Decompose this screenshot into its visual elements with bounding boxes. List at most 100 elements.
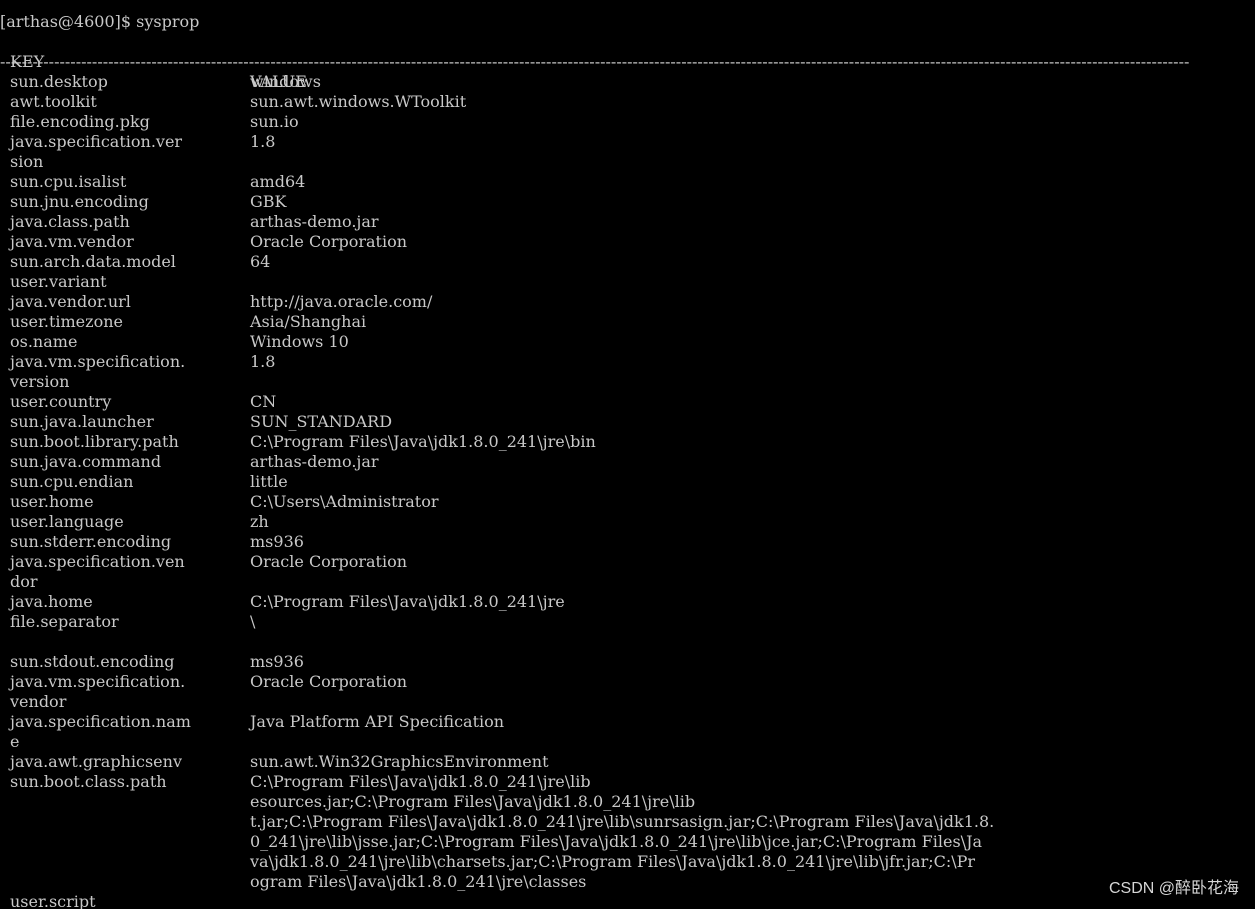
table-row: sun.stdout.encoding ms936 xyxy=(0,652,1255,672)
property-key: sun.boot.library.path xyxy=(10,432,179,451)
table-row: java.vm.vendor Oracle Corporation xyxy=(0,232,1255,252)
property-value: ms936 xyxy=(250,532,304,551)
property-key: sun.stderr.encoding xyxy=(10,532,172,551)
table-row: user.home C:\Users\Administrator xyxy=(0,492,1255,512)
property-value: arthas-demo.jar xyxy=(250,452,379,471)
property-key: os.name xyxy=(10,332,78,351)
table-row: sun.desktop windows xyxy=(0,72,1255,92)
property-key: sun.cpu.isalist xyxy=(10,172,127,191)
table-row: java.vm.specification. Oracle Corporation xyxy=(0,672,1255,692)
property-key: sun.arch.data.model xyxy=(10,252,176,271)
property-value: 64 xyxy=(250,252,271,271)
property-key: java.vm.vendor xyxy=(10,232,134,251)
property-key: sun.stdout.encoding xyxy=(10,652,175,671)
table-header: KEY VALUE xyxy=(0,32,1255,91)
property-key: user.home xyxy=(10,492,94,511)
property-key: version xyxy=(10,372,70,391)
table-row: java.home C:\Program Files\Java\jdk1.8.0_… xyxy=(0,592,1255,612)
table-row: 0_241\jre\lib\jsse.jar;C:\Program Files\… xyxy=(0,832,1255,852)
property-value: ogram Files\Java\jdk1.8.0_241\jre\classe… xyxy=(250,872,587,891)
table-row: java.vm.specification. 1.8 xyxy=(0,352,1255,372)
table-row: os.name Windows 10 xyxy=(0,332,1255,352)
table-row: t.jar;C:\Program Files\Java\jdk1.8.0_241… xyxy=(0,812,1255,832)
property-key: java.specification.ver xyxy=(10,132,183,151)
property-value: Asia/Shanghai xyxy=(250,312,367,331)
property-value: Oracle Corporation xyxy=(250,552,408,571)
property-key: java.home xyxy=(10,592,93,611)
table-row: e xyxy=(0,732,1255,752)
property-key: e xyxy=(10,732,20,751)
property-value: SUN_STANDARD xyxy=(250,412,393,431)
table-row: dor xyxy=(0,572,1255,592)
table-row: version xyxy=(0,372,1255,392)
table-row: vendor xyxy=(0,692,1255,712)
property-value: Oracle Corporation xyxy=(250,232,408,251)
property-key: file.separator xyxy=(10,612,119,631)
header-separator: ----------------------------------------… xyxy=(0,52,1190,71)
property-value: arthas-demo.jar xyxy=(250,212,379,231)
table-row: sun.cpu.endian little xyxy=(0,472,1255,492)
property-key: vendor xyxy=(10,692,67,711)
property-key: sun.desktop xyxy=(10,72,108,91)
property-key: java.vendor.url xyxy=(10,292,131,311)
table-row: sun.boot.library.path C:\Program Files\Ja… xyxy=(0,432,1255,452)
property-value: C:\Users\Administrator xyxy=(250,492,439,511)
table-row: sun.boot.class.path C:\Program Files\Java… xyxy=(0,772,1255,792)
property-value: esources.jar;C:\Program Files\Java\jdk1.… xyxy=(250,792,696,811)
table-row: java.specification.ver 1.8 xyxy=(0,132,1255,152)
property-value: 1.8 xyxy=(250,132,276,151)
property-key: user.timezone xyxy=(10,312,123,331)
property-value: t.jar;C:\Program Files\Java\jdk1.8.0_241… xyxy=(250,812,995,831)
property-key: java.specification.nam xyxy=(10,712,191,731)
property-key: sun.jnu.encoding xyxy=(10,192,149,211)
property-value: C:\Program Files\Java\jdk1.8.0_241\jre xyxy=(250,592,565,611)
property-key: file.encoding.pkg xyxy=(10,112,150,131)
property-value: Oracle Corporation xyxy=(250,672,408,691)
table-row: user.language zh xyxy=(0,512,1255,532)
property-value: Windows 10 xyxy=(250,332,349,351)
terminal-window[interactable]: [arthas@4600]$ sysprop KEY VALUE -------… xyxy=(0,0,1255,909)
property-key: user.language xyxy=(10,512,124,531)
property-value: http://java.oracle.com/ xyxy=(250,292,433,311)
table-row: va\jdk1.8.0_241\jre\lib\charsets.jar;C:\… xyxy=(0,852,1255,872)
property-value: CN xyxy=(250,392,277,411)
prompt: [arthas@4600]$ xyxy=(0,12,137,31)
property-key: sion xyxy=(10,152,44,171)
property-value: C:\Program Files\Java\jdk1.8.0_241\jre\l… xyxy=(250,772,591,791)
table-row: user.country CN xyxy=(0,392,1255,412)
property-value: amd64 xyxy=(250,172,306,191)
table-row: sun.arch.data.model 64 xyxy=(0,252,1255,272)
table-row xyxy=(0,632,1255,652)
property-key: sun.java.command xyxy=(10,452,162,471)
table-row: ogram Files\Java\jdk1.8.0_241\jre\classe… xyxy=(0,872,1255,892)
table-row: sun.java.command arthas-demo.jar xyxy=(0,452,1255,472)
property-value: C:\Program Files\Java\jdk1.8.0_241\jre\b… xyxy=(250,432,596,451)
table-row: java.class.path arthas-demo.jar xyxy=(0,212,1255,232)
property-value: sun.io xyxy=(250,112,299,131)
watermark: CSDN @醉卧花海 xyxy=(1108,880,1239,897)
property-key: sun.boot.class.path xyxy=(10,772,167,791)
property-value: \ xyxy=(250,612,256,631)
property-key: dor xyxy=(10,572,38,591)
table-row: awt.toolkit sun.awt.windows.WToolkit xyxy=(0,92,1255,112)
table-row: esources.jar;C:\Program Files\Java\jdk1.… xyxy=(0,792,1255,812)
property-key: sun.cpu.endian xyxy=(10,472,134,491)
property-key: awt.toolkit xyxy=(10,92,97,111)
table-row: sun.cpu.isalist amd64 xyxy=(0,172,1255,192)
property-key: user.variant xyxy=(10,272,107,291)
table-row: sun.jnu.encoding GBK xyxy=(0,192,1255,212)
property-key: java.awt.graphicsenv xyxy=(10,752,182,771)
prompt-line: [arthas@4600]$ sysprop xyxy=(0,12,199,32)
property-value: little xyxy=(250,472,288,491)
property-key: java.specification.ven xyxy=(10,552,185,571)
property-value: 0_241\jre\lib\jsse.jar;C:\Program Files\… xyxy=(250,832,983,851)
table-row: user.variant xyxy=(0,272,1255,292)
property-key: java.vm.specification. xyxy=(10,672,186,691)
table-row: java.vendor.url http://java.oracle.com/ xyxy=(0,292,1255,312)
table-row: java.specification.ven Oracle Corporation xyxy=(0,552,1255,572)
table-row: sion xyxy=(0,152,1255,172)
property-value: va\jdk1.8.0_241\jre\lib\charsets.jar;C:\… xyxy=(250,852,976,871)
property-value: ms936 xyxy=(250,652,304,671)
table-row: user.script xyxy=(0,892,1255,909)
property-key: user.country xyxy=(10,392,112,411)
